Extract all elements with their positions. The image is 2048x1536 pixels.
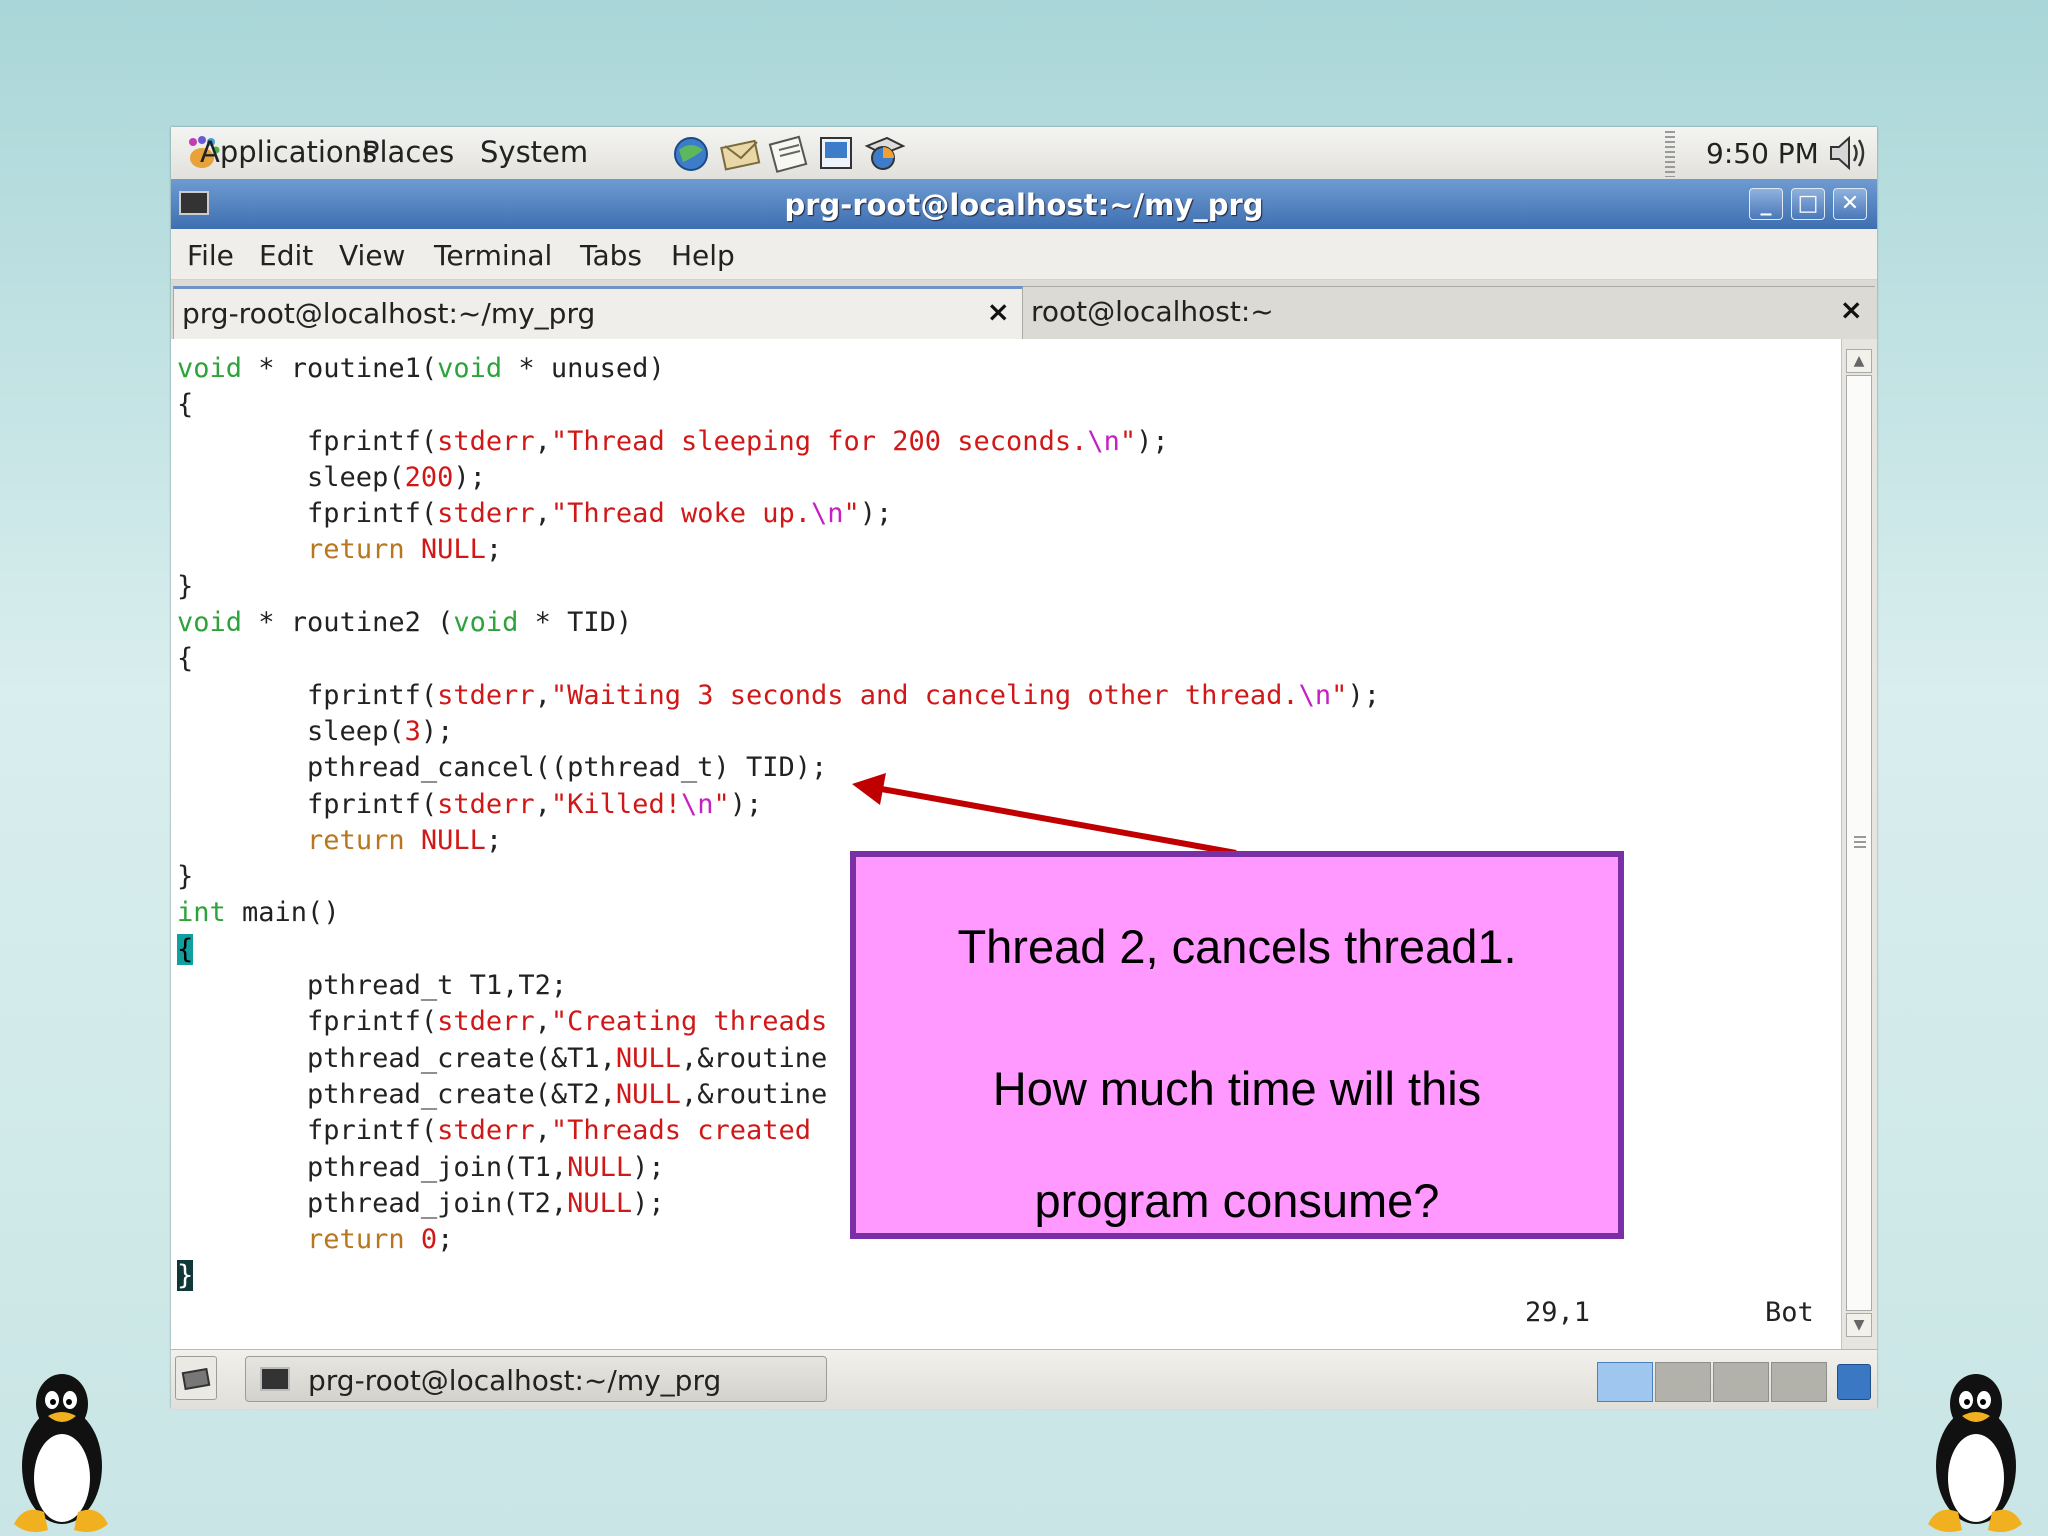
clock[interactable]: 9:50 PM bbox=[1706, 137, 1819, 170]
taskbar-window-button[interactable]: prg-root@localhost:~/my_prg bbox=[245, 1356, 827, 1402]
workspace-4[interactable] bbox=[1771, 1362, 1827, 1402]
menubar: File Edit View Terminal Tabs Help bbox=[171, 229, 1877, 280]
callout-line-2: How much time will this bbox=[992, 1062, 1482, 1115]
callout-line-3: program consume? bbox=[1034, 1174, 1440, 1227]
show-desktop-icon bbox=[181, 1367, 211, 1391]
menu-places[interactable]: Places bbox=[362, 135, 454, 169]
tux-penguin-icon bbox=[14, 1374, 108, 1532]
volume-icon[interactable] bbox=[1827, 133, 1871, 173]
panel-handle[interactable] bbox=[1665, 131, 1675, 177]
menu-applications[interactable]: Applications bbox=[200, 135, 377, 169]
web-browser-icon[interactable] bbox=[671, 132, 715, 174]
close-button[interactable]: ✕ bbox=[1833, 188, 1867, 220]
trash-icon[interactable] bbox=[1837, 1364, 1871, 1400]
terminal-icon bbox=[260, 1367, 290, 1391]
top-panel: Applications Places System 9:50 PM bbox=[171, 127, 1877, 180]
workspace-1[interactable] bbox=[1597, 1362, 1653, 1402]
menu-system[interactable]: System bbox=[480, 135, 588, 169]
workspace-3[interactable] bbox=[1713, 1362, 1769, 1402]
menu-tabs[interactable]: Tabs bbox=[580, 239, 642, 272]
close-tab-icon[interactable]: × bbox=[1840, 293, 1863, 326]
scroll-down-button[interactable]: ▼ bbox=[1846, 1313, 1872, 1337]
show-desktop-button[interactable] bbox=[175, 1356, 217, 1400]
menu-edit[interactable]: Edit bbox=[259, 239, 313, 272]
cursor-position: 29,1 bbox=[1525, 1297, 1591, 1328]
window-title: prg-root@localhost:~/my_prg bbox=[784, 188, 1264, 222]
tab-root-home[interactable]: root@localhost:~ × bbox=[1023, 286, 1875, 339]
tab-my-prg[interactable]: prg-root@localhost:~/my_prg × bbox=[173, 286, 1023, 339]
mail-icon[interactable] bbox=[719, 132, 763, 174]
menu-terminal[interactable]: Terminal bbox=[434, 239, 552, 272]
maximize-button[interactable]: □ bbox=[1791, 188, 1825, 220]
workspace-2[interactable] bbox=[1655, 1362, 1711, 1402]
scroll-status: Bot bbox=[1765, 1297, 1814, 1328]
tab-bar: prg-root@localhost:~/my_prg × root@local… bbox=[171, 280, 1877, 339]
vertical-scrollbar[interactable]: ▲ ▼ bbox=[1841, 339, 1877, 1349]
bottom-panel: prg-root@localhost:~/my_prg bbox=[171, 1349, 1877, 1409]
tux-penguin-icon bbox=[1928, 1374, 2022, 1532]
chart-icon[interactable] bbox=[863, 132, 907, 174]
taskbar-window-label: prg-root@localhost:~/my_prg bbox=[308, 1364, 722, 1397]
menu-help[interactable]: Help bbox=[671, 239, 735, 272]
window-titlebar[interactable]: prg-root@localhost:~/my_prg _ □ ✕ bbox=[171, 179, 1877, 229]
scroll-up-button[interactable]: ▲ bbox=[1846, 349, 1872, 373]
scroll-thumb[interactable] bbox=[1846, 375, 1872, 1311]
menu-file[interactable]: File bbox=[187, 239, 234, 272]
grip-icon bbox=[1854, 836, 1866, 850]
tab-label: root@localhost:~ bbox=[1031, 295, 1274, 328]
presentation-icon[interactable] bbox=[815, 132, 859, 174]
notes-icon[interactable] bbox=[767, 132, 811, 174]
menu-view[interactable]: View bbox=[339, 239, 405, 272]
tab-label: prg-root@localhost:~/my_prg bbox=[182, 297, 596, 330]
minimize-button[interactable]: _ bbox=[1749, 188, 1783, 220]
close-tab-icon[interactable]: × bbox=[987, 295, 1010, 328]
callout-box: Thread 2, cancels thread1. How much time… bbox=[850, 851, 1624, 1239]
callout-line-1: Thread 2, cancels thread1. bbox=[957, 920, 1517, 973]
